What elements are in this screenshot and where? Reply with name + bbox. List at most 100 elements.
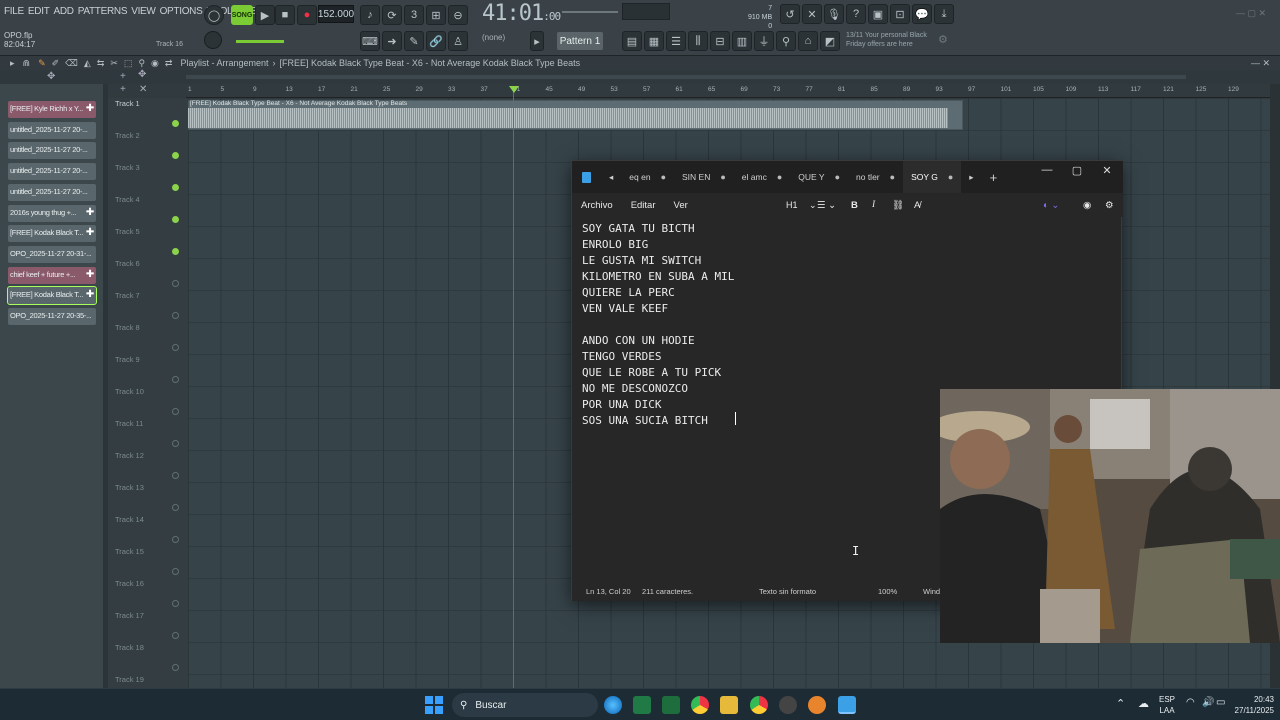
undo-icon[interactable]: ↺ (780, 4, 800, 24)
taskbar-search[interactable]: ⚲ Buscar (452, 693, 598, 717)
pattern-item[interactable]: OPO_2025-11-27 20-31-... (8, 245, 96, 263)
menu-view[interactable]: VIEW (131, 6, 156, 17)
track-label[interactable]: Track 4 (115, 195, 140, 204)
notepad-tab[interactable]: eq en ● (621, 161, 674, 193)
playlist-window-controls[interactable]: — ✕ (1251, 58, 1270, 69)
zoom-tool-icon[interactable]: ⚲ (138, 58, 145, 69)
horizontal-scrollbar[interactable] (186, 75, 1186, 79)
file-explorer-icon[interactable] (720, 696, 738, 714)
track-label[interactable]: Track 18 (115, 643, 144, 652)
zoom-level[interactable]: 100% (878, 587, 897, 596)
edge-icon[interactable] (604, 696, 622, 714)
track-mute-icon[interactable] (172, 472, 179, 479)
track-mute-icon[interactable] (172, 632, 179, 639)
maximize-button[interactable]: ▢ (1062, 161, 1092, 179)
keyboard-icon[interactable]: ⌨ (360, 31, 380, 51)
wifi-icon[interactable]: ◠ (1186, 697, 1195, 708)
unsaved-dot-icon[interactable]: ● (835, 172, 840, 182)
track-mute-icon[interactable] (172, 248, 179, 255)
track-mute-icon[interactable] (172, 344, 179, 351)
stop-icon[interactable]: ■ (275, 5, 295, 25)
tray-overflow-icon[interactable]: ⌃ (1116, 697, 1125, 710)
pattern-item[interactable]: chief keef + future +... ✚ (8, 266, 96, 284)
track-mute-icon[interactable] (172, 216, 179, 223)
main-volume-slider[interactable] (562, 11, 618, 13)
chrome-profile-icon[interactable] (750, 696, 768, 714)
chat-icon[interactable]: 💬 (912, 4, 932, 24)
menu-add[interactable]: ADD (54, 6, 75, 17)
add-icon[interactable]: + (120, 84, 126, 95)
playback-tool-icon[interactable]: ◉ (151, 58, 159, 69)
blend-icon[interactable]: ⊖ (448, 5, 468, 25)
news-panel[interactable]: 13/11 Your personal Black Friday offers a… (846, 31, 927, 49)
track-mute-icon[interactable] (172, 312, 179, 319)
playhead[interactable] (513, 90, 514, 690)
piano-roll-icon[interactable]: ▦ (644, 31, 664, 51)
fl-studio-icon[interactable] (808, 696, 826, 714)
tab-scroll-left-icon[interactable]: ◂ (601, 161, 621, 193)
track-label[interactable]: Track 2 (115, 131, 140, 140)
pattern-add-icon[interactable]: ✚ (86, 103, 94, 114)
notepad-text-area[interactable]: SOY GATA TU BICTH ENROLO BIG LE GUSTA MI… (582, 221, 734, 429)
menu-file[interactable]: FILE (4, 6, 24, 17)
track-mute-icon[interactable] (172, 504, 179, 511)
stamp-icon[interactable]: ♙ (448, 31, 468, 51)
pattern-add-icon[interactable]: ✚ (86, 269, 94, 280)
excel-icon[interactable] (633, 696, 651, 714)
move-icon[interactable]: ✥ (138, 69, 146, 80)
language-indicator[interactable]: ESP LAA (1159, 694, 1175, 716)
pattern-add-icon[interactable]: ✚ (86, 207, 94, 218)
close-button[interactable]: ✕ (1092, 161, 1122, 179)
master-pitch-knob[interactable] (204, 31, 222, 49)
excel-alt-icon[interactable] (662, 696, 680, 714)
song-mode-button[interactable]: SONG (231, 5, 253, 25)
menu-edit[interactable]: EDIT (28, 6, 50, 17)
track-mute-icon[interactable] (172, 120, 179, 127)
plugin-picker-icon[interactable]: ▥ (732, 31, 752, 51)
delete-tool-icon[interactable]: ⌫ (65, 58, 78, 69)
notepad-tab[interactable]: SIN EN ● (674, 161, 734, 193)
track-label[interactable]: Track 16 (115, 579, 144, 588)
pattern-item[interactable]: 2016s young thug +... ✚ (8, 204, 96, 222)
track-label[interactable]: Track 8 (115, 323, 140, 332)
pattern-item[interactable]: OPO_2025-11-27 20-35-... (8, 308, 96, 325)
italic-icon[interactable]: I (863, 200, 884, 210)
unsaved-dot-icon[interactable]: ● (720, 172, 725, 182)
track-label[interactable]: Track 13 (115, 483, 144, 492)
track-mute-icon[interactable] (172, 536, 179, 543)
notepad-tab[interactable]: el amc ● (734, 161, 790, 193)
pattern-add-icon[interactable]: ✚ (86, 227, 94, 238)
window-controls[interactable]: — ▢ ✕ (1236, 8, 1266, 19)
help-icon[interactable]: ? (846, 4, 866, 24)
settings-gear-icon[interactable]: ⚙ (938, 33, 948, 46)
track-label[interactable]: Track 10 (115, 387, 144, 396)
magnet-icon[interactable]: ⋒ (23, 58, 31, 69)
audio-settings-icon[interactable]: ✕ (802, 4, 822, 24)
pattern-item[interactable]: untitled_2025-11-27 20-... (8, 142, 96, 160)
pattern-item[interactable]: [FREE] Kodak Black T... ✚ (8, 225, 96, 243)
track-label[interactable]: Track 1 (115, 99, 140, 108)
loop-record-icon[interactable]: ⟳ (382, 5, 402, 25)
menu-ver[interactable]: Ver (665, 200, 697, 211)
add-track-icon[interactable]: + (120, 71, 126, 82)
pattern-item[interactable]: untitled_2025-11-27 20-... (8, 163, 96, 181)
plugin-icon[interactable]: ⊡ (890, 4, 910, 24)
track-mute-icon[interactable] (172, 408, 179, 415)
menu-archivo[interactable]: Archivo (572, 200, 622, 211)
pencil-icon[interactable]: ✎ (404, 31, 424, 51)
track-mute-icon[interactable] (172, 376, 179, 383)
draw-tool-icon[interactable]: ✎ (38, 58, 46, 69)
unsaved-dot-icon[interactable]: ● (777, 172, 782, 182)
slice-tool-icon[interactable]: ✂ (110, 58, 118, 69)
paint-tool-icon[interactable]: ✐ (52, 58, 60, 69)
track-label[interactable]: Track 17 (115, 611, 144, 620)
countdown-icon[interactable]: 3 (404, 5, 424, 25)
mute-tool-icon[interactable]: ◭ (84, 58, 91, 69)
notepad-taskbar-icon[interactable] (838, 696, 856, 714)
unsaved-dot-icon[interactable]: ● (661, 172, 666, 182)
hint-icon[interactable]: ◯ (204, 5, 224, 25)
chrome-icon[interactable] (691, 696, 709, 714)
notepad-tab[interactable]: no tler ● (848, 161, 903, 193)
microphone-icon[interactable]: 🎙 (824, 4, 844, 24)
step-edit-icon[interactable]: ⊞ (426, 5, 446, 25)
